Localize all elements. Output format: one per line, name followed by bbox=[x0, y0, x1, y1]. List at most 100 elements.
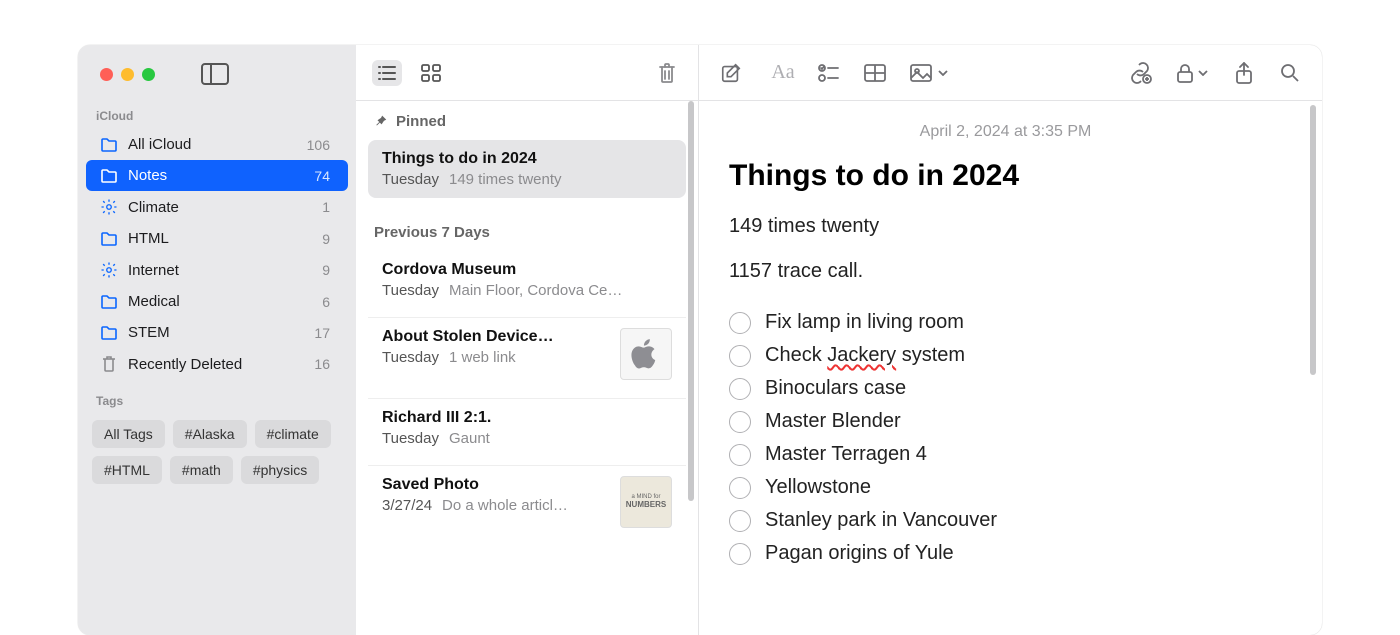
close-window-button[interactable] bbox=[100, 68, 113, 81]
notes-window: iCloud All iCloud106Notes74Climate1HTML9… bbox=[78, 45, 1322, 635]
pinned-header[interactable]: Pinned bbox=[356, 101, 698, 140]
share-icon bbox=[1235, 62, 1253, 84]
tag-math[interactable]: #math bbox=[170, 456, 233, 484]
grid-view-button[interactable] bbox=[416, 60, 446, 86]
folder-count: 6 bbox=[322, 294, 330, 310]
checklist-button[interactable] bbox=[817, 61, 841, 85]
editor-body[interactable]: April 2, 2024 at 3:35 PM Things to do in… bbox=[699, 101, 1322, 575]
list-scrollbar[interactable] bbox=[686, 101, 696, 501]
checkbox-circle[interactable] bbox=[729, 345, 751, 367]
note-item[interactable]: About Stolen Device…Tuesday1 web link bbox=[368, 317, 686, 390]
checklist-text[interactable]: Fix lamp in living room bbox=[765, 311, 964, 334]
checkbox-circle[interactable] bbox=[729, 411, 751, 433]
folder-count: 17 bbox=[314, 325, 330, 341]
folder-name: Medical bbox=[128, 293, 312, 310]
photo-icon bbox=[910, 64, 934, 82]
checklist-item[interactable]: Pagan origins of Yule bbox=[729, 542, 1282, 565]
checkbox-circle[interactable] bbox=[729, 510, 751, 532]
format-button[interactable]: Aa bbox=[771, 61, 795, 85]
note-item-date: Tuesday bbox=[382, 282, 439, 299]
note-item[interactable]: Richard III 2:1.TuesdayGaunt bbox=[368, 398, 686, 457]
note-item-preview: 149 times twenty bbox=[449, 171, 562, 188]
list-icon bbox=[377, 65, 397, 81]
note-paragraph[interactable]: 1157 trace call. bbox=[729, 260, 1282, 283]
note-item-title: Cordova Museum bbox=[382, 261, 672, 279]
folder-icon bbox=[100, 325, 118, 341]
checklist-text[interactable]: Stanley park in Vancouver bbox=[765, 509, 997, 532]
media-button[interactable] bbox=[909, 61, 949, 85]
checkbox-circle[interactable] bbox=[729, 444, 751, 466]
sidebar-folder-climate[interactable]: Climate1 bbox=[86, 191, 348, 223]
sidebar-folder-stem[interactable]: STEM17 bbox=[86, 317, 348, 348]
note-item-date: Tuesday bbox=[382, 430, 439, 447]
note-title[interactable]: Things to do in 2024 bbox=[729, 159, 1282, 193]
zoom-window-button[interactable] bbox=[142, 68, 155, 81]
lock-button[interactable] bbox=[1174, 61, 1210, 85]
sidebar-folder-medical[interactable]: Medical 6 bbox=[86, 286, 348, 317]
checkbox-circle[interactable] bbox=[729, 312, 751, 334]
tag-all-tags[interactable]: All Tags bbox=[92, 420, 165, 448]
note-item[interactable]: Cordova MuseumTuesdayMain Floor, Cordova… bbox=[368, 251, 686, 309]
checklist-text[interactable]: Check Jackery system bbox=[765, 344, 965, 367]
sidebar-folder-html[interactable]: HTML9 bbox=[86, 223, 348, 254]
tag-html[interactable]: #HTML bbox=[92, 456, 162, 484]
window-controls bbox=[100, 68, 155, 81]
sidebar-folder-recently-deleted[interactable]: Recently Deleted 16 bbox=[86, 348, 348, 380]
checklist-item[interactable]: Fix lamp in living room bbox=[729, 311, 1282, 334]
note-thumbnail bbox=[620, 328, 672, 380]
checklist-item[interactable]: Master Terragen 4 bbox=[729, 443, 1282, 466]
delete-note-button[interactable] bbox=[652, 60, 682, 86]
checklist-item[interactable]: Yellowstone bbox=[729, 476, 1282, 499]
checkbox-circle[interactable] bbox=[729, 378, 751, 400]
format-icon: Aa bbox=[771, 61, 794, 84]
note-paragraph[interactable]: 149 times twenty bbox=[729, 215, 1282, 238]
checklist-text[interactable]: Binoculars case bbox=[765, 377, 906, 400]
folder-count: 9 bbox=[322, 262, 330, 278]
sidebar-folder-internet[interactable]: Internet9 bbox=[86, 254, 348, 286]
trash-icon bbox=[100, 355, 118, 373]
pin-icon bbox=[374, 115, 388, 129]
link-icon bbox=[1128, 62, 1152, 84]
checkbox-circle[interactable] bbox=[729, 477, 751, 499]
folder-icon bbox=[100, 137, 118, 153]
checklist-text[interactable]: Pagan origins of Yule bbox=[765, 542, 954, 565]
note-item-preview: Gaunt bbox=[449, 430, 490, 447]
folder-name: Recently Deleted bbox=[128, 356, 304, 373]
checklist-icon bbox=[818, 63, 840, 83]
search-button[interactable] bbox=[1278, 61, 1302, 85]
toggle-sidebar-button[interactable] bbox=[201, 63, 229, 85]
checkbox-circle[interactable] bbox=[729, 543, 751, 565]
note-item[interactable]: Things to do in 2024Tuesday149 times twe… bbox=[368, 140, 686, 198]
tag-climate[interactable]: #climate bbox=[255, 420, 331, 448]
sidebar-folder-all-icloud[interactable]: All iCloud106 bbox=[86, 129, 348, 160]
checklist-text[interactable]: Master Terragen 4 bbox=[765, 443, 927, 466]
folder-name: Climate bbox=[128, 199, 312, 216]
checklist-item[interactable]: Master Blender bbox=[729, 410, 1282, 433]
table-button[interactable] bbox=[863, 61, 887, 85]
gear-icon bbox=[100, 261, 118, 279]
folder-name: HTML bbox=[128, 230, 312, 247]
sidebar-folder-notes[interactable]: Notes74 bbox=[86, 160, 348, 191]
tags-label: Tags bbox=[78, 380, 356, 414]
checklist-item[interactable]: Stanley park in Vancouver bbox=[729, 509, 1282, 532]
checklist-text[interactable]: Yellowstone bbox=[765, 476, 871, 499]
note-item[interactable]: Saved Photo3/27/24Do a whole articl…a MI… bbox=[368, 465, 686, 538]
folder-icon bbox=[100, 168, 118, 184]
minimize-window-button[interactable] bbox=[121, 68, 134, 81]
list-view-button[interactable] bbox=[372, 60, 402, 86]
link-note-button[interactable] bbox=[1128, 61, 1152, 85]
note-item-preview: 1 web link bbox=[449, 349, 516, 366]
share-button[interactable] bbox=[1232, 61, 1256, 85]
note-item-date: Tuesday bbox=[382, 171, 439, 188]
new-note-button[interactable] bbox=[719, 61, 743, 85]
trash-icon bbox=[657, 62, 677, 84]
previous-7-days-header[interactable]: Previous 7 Days bbox=[356, 206, 698, 251]
tag-physics[interactable]: #physics bbox=[241, 456, 319, 484]
editor-scrollbar[interactable] bbox=[1308, 105, 1318, 375]
note-list: Pinned Things to do in 2024Tuesday149 ti… bbox=[356, 45, 699, 635]
checklist-item[interactable]: Binoculars case bbox=[729, 377, 1282, 400]
checklist-item[interactable]: Check Jackery system bbox=[729, 344, 1282, 367]
tag-alaska[interactable]: #Alaska bbox=[173, 420, 247, 448]
checklist-text[interactable]: Master Blender bbox=[765, 410, 901, 433]
folder-count: 16 bbox=[314, 356, 330, 372]
